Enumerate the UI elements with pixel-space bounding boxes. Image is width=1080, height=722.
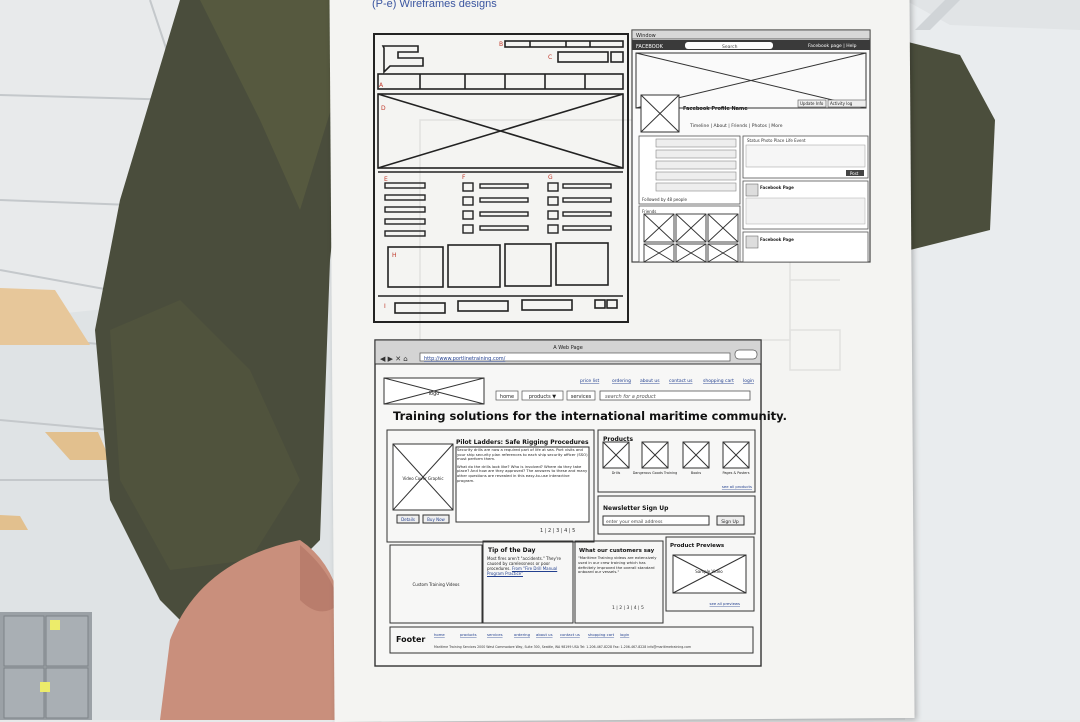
wireframes: A B C D E F G H I Window FACEBOOK Search… (373, 29, 871, 667)
footer-link-3[interactable]: ordering (514, 632, 531, 637)
signup-button[interactable]: Sign Up (721, 519, 739, 525)
label-b: B (499, 41, 503, 48)
photo-scene: (P-e) Wireframes designs A B C D E F G H… (0, 0, 1080, 722)
customers-pager: 1 | 2 | 3 | 4 | 5 (612, 605, 644, 611)
fb-search: Search (722, 44, 738, 50)
fb-post-tabs: Status Photo Place Life Event (747, 138, 806, 143)
customers-title: What our customers say (579, 548, 655, 554)
product-label-2: Books (691, 471, 701, 475)
fb-window-title: Window (636, 33, 656, 39)
product-label-3: Pages & Posters (722, 471, 749, 475)
fb-brand: FACEBOOK (636, 44, 664, 50)
nav-label-1: products ▼ (529, 394, 556, 400)
wireframe-site-layout (373, 33, 629, 323)
footer-link-6[interactable]: shopping cart (588, 632, 615, 637)
footer-link-5[interactable]: contact us (560, 632, 580, 637)
footer-address: Maritime Training Services 2000 West Com… (434, 645, 691, 649)
wireframe-facebook-profile: Window FACEBOOK Search Facebook page | H… (631, 29, 871, 263)
product-label-1: Dangerous Goods Training (633, 471, 678, 475)
top-link-4[interactable]: shopping cart (703, 378, 734, 384)
see-all-products-link[interactable]: see all products (722, 484, 752, 489)
nav-label-2: services (571, 394, 592, 400)
feature-text: Security drills are now a required part … (457, 448, 588, 483)
fb-top-links: Facebook page | Help (808, 43, 857, 49)
fb-page-name-1: Facebook Page (760, 185, 794, 190)
video-cover-label: Video Cover Graphic (402, 476, 443, 481)
web-logo: logo (429, 391, 440, 397)
product-label-0: Drills (612, 471, 621, 475)
feature-text-2: What do the drills look like? Who is inv… (457, 463, 588, 483)
tip-title: Tip of the Day (488, 547, 535, 554)
label-c: C (548, 54, 552, 61)
footer-title: Footer (396, 635, 425, 644)
top-link-3[interactable]: contact us (669, 378, 693, 384)
label-e: E (384, 176, 388, 183)
footer-link-1[interactable]: products (460, 632, 477, 637)
fb-tabs: Timeline | About | Friends | Photos | Mo… (689, 123, 783, 129)
footer-link-0[interactable]: home (434, 632, 445, 637)
top-link-5[interactable]: login (743, 378, 754, 384)
previews-title: Product Previews (670, 543, 725, 549)
label-d: D (381, 105, 386, 112)
details-button[interactable]: Details (401, 517, 415, 522)
footer-link-2[interactable]: services (487, 632, 503, 637)
footer-link-4[interactable]: about us (536, 632, 553, 637)
label-h: H (392, 252, 397, 259)
web-url: http://www.portlinetraining.com/ (424, 356, 506, 362)
feature-title: Pilot Ladders: Safe Rigging Procedures (456, 439, 589, 446)
label-f: F (462, 174, 466, 181)
newsletter-title: Newsletter Sign Up (603, 505, 669, 512)
fb-update-info: Update Info (800, 101, 824, 106)
label-g: G (548, 174, 553, 181)
label-i: I (384, 303, 386, 310)
fb-profile-name: Facebook Profile Name (683, 106, 748, 112)
fb-page-name-2: Facebook Page (760, 237, 794, 242)
buy-now-button[interactable]: Buy Now (427, 517, 445, 522)
customers-quote: "Maritime Training videos are extensivel… (578, 556, 657, 575)
web-headline: Training solutions for the international… (393, 409, 787, 423)
custom-training-label: Custom Training Videos (413, 582, 460, 587)
newsletter-email-input[interactable]: enter your email address (606, 519, 663, 525)
footer-link-7[interactable]: login (620, 632, 630, 637)
top-link-1[interactable]: ordering (612, 378, 631, 384)
web-nav: home products ▼ services (495, 390, 596, 401)
see-all-previews-link[interactable]: see all previews (710, 601, 740, 606)
sample-video-label: Sample Video (695, 569, 723, 574)
fb-friends: Friends (642, 209, 656, 214)
feature-text-1: Security drills are now a required part … (457, 448, 588, 462)
label-a: A (379, 82, 384, 89)
top-link-2[interactable]: about us (640, 378, 660, 384)
web-search-input: search for a product (605, 394, 657, 400)
fb-post-button: Post (850, 171, 859, 176)
fb-activity-log: Activity log (830, 101, 853, 106)
browser-nav-icons: ◀ ▶ ✕ ⌂ (380, 355, 408, 363)
tip-body: Most fires aren't "accidents." They're c… (487, 556, 571, 576)
feature-pager: 1 | 2 | 3 | 4 | 5 (540, 528, 575, 534)
nav-label-0: home (500, 394, 514, 400)
fb-followed: Followed by 48 people (642, 197, 687, 202)
top-link-0[interactable]: price list (580, 378, 599, 384)
web-window-title: A Web Page (553, 345, 583, 351)
